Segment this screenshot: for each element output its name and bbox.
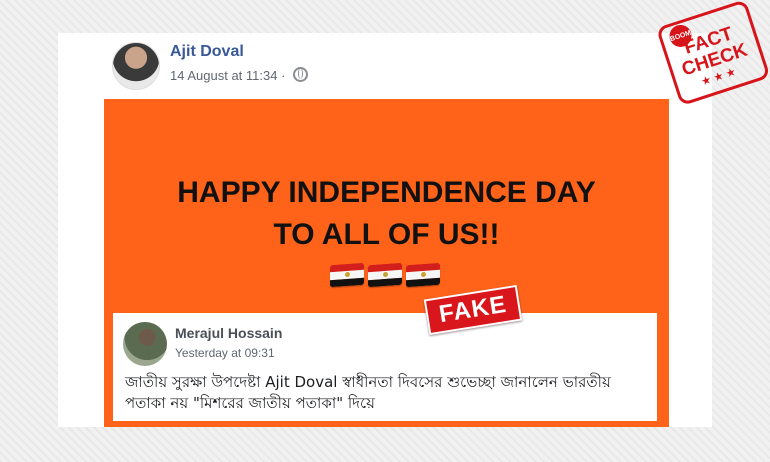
post-date[interactable]: 14 August at 11:34 · <box>170 68 285 83</box>
post-author-name[interactable]: Ajit Doval <box>170 43 244 61</box>
flag-row <box>330 262 440 288</box>
headline-line-1: HAPPY INDEPENDENCE DAY <box>177 176 596 209</box>
headline-line-2: TO ALL OF US!! <box>273 218 500 251</box>
egypt-flag-icon <box>330 262 364 288</box>
avatar[interactable] <box>123 322 167 366</box>
shared-post-text: জাতীয় সুরক্ষা উপদেষ্টা Ajit Doval স্বাধ… <box>125 373 611 412</box>
avatar[interactable] <box>112 42 160 90</box>
globe-icon <box>293 67 309 82</box>
shared-post-screenshot: Merajul Hossain Yesterday at 09:31 জাতীয… <box>113 313 657 421</box>
egypt-flag-icon <box>406 262 440 288</box>
shared-post-author[interactable]: Merajul Hossain <box>175 325 282 341</box>
egypt-flag-icon <box>368 262 402 288</box>
shared-post-time[interactable]: Yesterday at 09:31 <box>175 346 275 360</box>
post-meta: 14 August at 11:34 · <box>170 67 309 83</box>
image-headline: HAPPY INDEPENDENCE DAY TO ALL OF US!! <box>104 172 669 256</box>
